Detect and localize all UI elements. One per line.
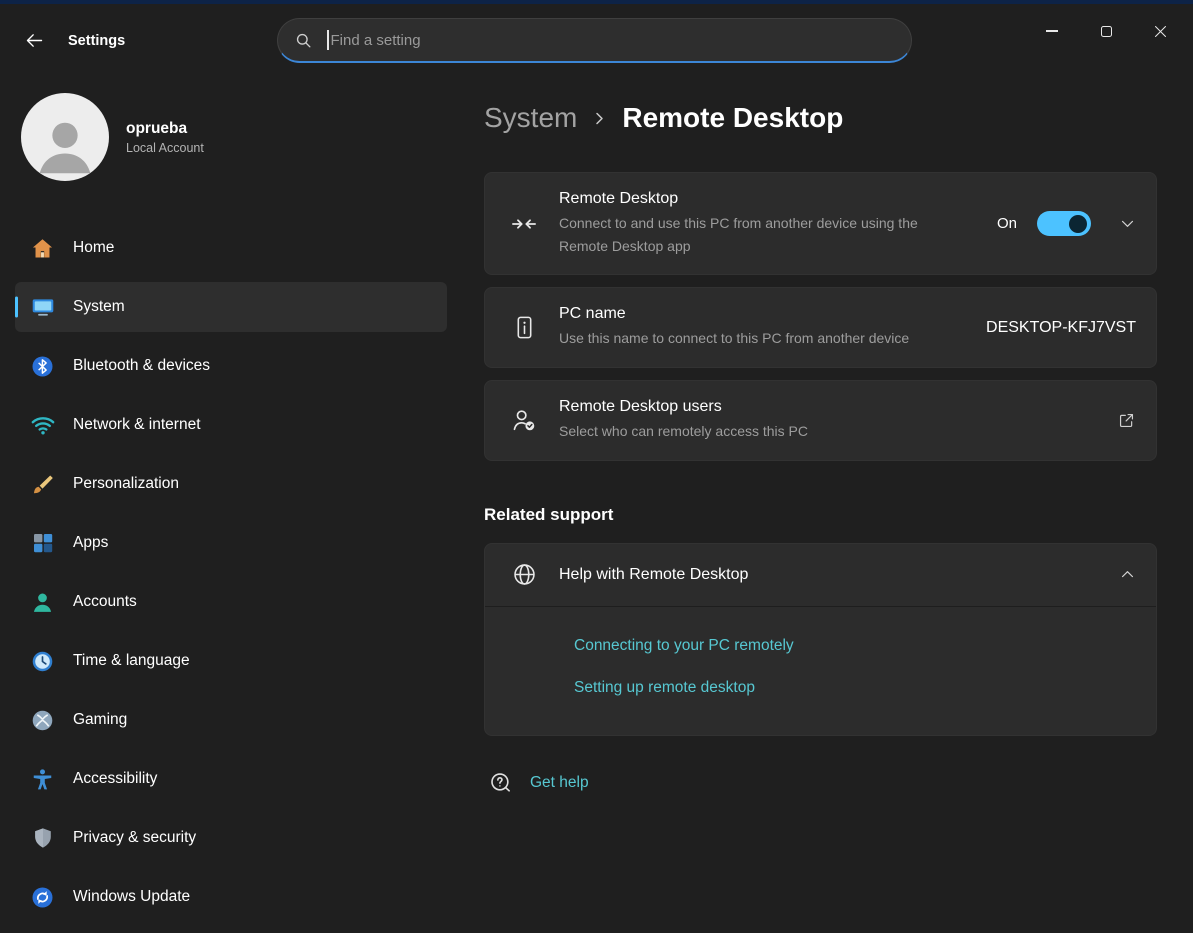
related-support-heading: Related support <box>484 505 1157 525</box>
remote-desktop-users-card[interactable]: Remote Desktop users Select who can remo… <box>484 380 1157 461</box>
sidebar-item-accessibility[interactable]: Accessibility <box>15 754 447 804</box>
accounts-icon <box>30 590 55 615</box>
sidebar-item-accounts[interactable]: Accounts <box>15 577 447 627</box>
expand-button[interactable] <box>1119 215 1136 232</box>
sidebar-item-network-internet[interactable]: Network & internet <box>15 400 447 450</box>
text-caret <box>327 30 329 50</box>
chevron-down-icon <box>1119 215 1136 232</box>
help-card-header[interactable]: Help with Remote Desktop <box>485 544 1156 606</box>
app-title: Settings <box>68 33 125 49</box>
remote-desktop-card[interactable]: Remote Desktop Connect to and use this P… <box>484 172 1157 275</box>
search-input[interactable] <box>331 32 896 49</box>
settings-page-remote-desktop: System Remote Desktop Remote Desktop Con… <box>484 76 1157 796</box>
sidebar-item-label: Privacy & security <box>73 829 196 847</box>
user-name: oprueba <box>126 120 204 138</box>
sidebar-nav: Home System Bluetooth & devices Network … <box>15 223 447 922</box>
setting-title: Remote Desktop <box>559 190 997 208</box>
apps-icon <box>31 531 55 555</box>
windows-update-icon <box>30 885 55 910</box>
window-controls <box>1025 12 1187 50</box>
setting-description: Use this name to connect to this PC from… <box>559 327 929 350</box>
minimize-icon <box>1046 30 1058 31</box>
accessibility-icon <box>30 767 55 792</box>
person-icon <box>28 107 102 181</box>
sidebar-item-label: System <box>73 298 125 316</box>
setting-description: Select who can remotely access this PC <box>559 420 929 443</box>
bluetooth-icon <box>30 354 55 379</box>
gaming-icon <box>30 708 55 733</box>
pc-name-icon <box>511 314 538 341</box>
close-icon <box>1153 24 1168 39</box>
pc-name-card: PC name Use this name to connect to this… <box>484 287 1157 368</box>
setting-description: Connect to and use this PC from another … <box>559 212 929 257</box>
sidebar-item-label: Network & internet <box>73 416 201 434</box>
time-language-icon <box>30 649 55 674</box>
breadcrumb-parent[interactable]: System <box>484 102 577 134</box>
help-globe-icon <box>511 561 538 588</box>
sidebar-item-label: Accounts <box>73 593 137 611</box>
toggle-state-label: On <box>997 215 1017 232</box>
back-button[interactable] <box>16 22 52 58</box>
search-icon <box>294 31 313 50</box>
sidebar-item-system[interactable]: System <box>15 282 447 332</box>
sidebar-item-bluetooth-devices[interactable]: Bluetooth & devices <box>15 341 447 391</box>
home-icon <box>30 236 55 261</box>
settings-cards: Remote Desktop Connect to and use this P… <box>484 172 1157 461</box>
user-account[interactable]: oprueba Local Account <box>19 91 443 183</box>
sidebar-item-label: Gaming <box>73 711 127 729</box>
sidebar: oprueba Local Account Home System Blueto… <box>0 76 462 933</box>
minimize-button[interactable] <box>1025 12 1079 50</box>
page-title: Remote Desktop <box>622 102 843 134</box>
sidebar-item-label: Apps <box>73 534 108 552</box>
pc-name-value: DESKTOP-KFJ7VST <box>986 319 1136 337</box>
sidebar-item-privacy-security[interactable]: Privacy & security <box>15 813 447 863</box>
sidebar-item-label: Windows Update <box>73 888 190 906</box>
users-icon <box>510 406 538 434</box>
sidebar-item-apps[interactable]: Apps <box>15 518 447 568</box>
search-box[interactable] <box>277 18 912 63</box>
network-icon <box>30 412 56 438</box>
get-help-icon <box>488 770 514 796</box>
chevron-right-icon <box>592 111 607 126</box>
remote-desktop-icon <box>510 210 538 238</box>
sidebar-item-label: Accessibility <box>73 770 157 788</box>
personalization-icon <box>30 472 55 497</box>
collapse-button[interactable] <box>1119 566 1136 583</box>
sidebar-item-personalization[interactable]: Personalization <box>15 459 447 509</box>
maximize-button[interactable] <box>1079 12 1133 50</box>
setting-title: PC name <box>559 305 986 323</box>
setting-title: Remote Desktop users <box>559 398 1109 416</box>
sidebar-item-windows-update[interactable]: Windows Update <box>15 872 447 922</box>
sidebar-item-label: Bluetooth & devices <box>73 357 210 375</box>
user-account-type: Local Account <box>126 141 204 155</box>
sidebar-item-label: Home <box>73 239 114 257</box>
get-help-link[interactable]: Get help <box>530 774 589 792</box>
sidebar-item-label: Time & language <box>73 652 190 670</box>
close-button[interactable] <box>1133 12 1187 50</box>
help-card: Help with Remote Desktop Connecting to y… <box>484 543 1157 736</box>
breadcrumb: System Remote Desktop <box>484 94 1157 142</box>
help-link-setup[interactable]: Setting up remote desktop <box>574 679 1136 697</box>
get-help-row: Get help <box>484 770 1157 796</box>
maximize-icon <box>1101 26 1112 37</box>
titlebar: Settings <box>0 4 1193 76</box>
sidebar-item-label: Personalization <box>73 475 179 493</box>
help-card-title: Help with Remote Desktop <box>559 566 1111 584</box>
back-arrow-icon <box>24 30 45 51</box>
privacy-security-icon <box>31 826 55 850</box>
system-icon <box>30 294 56 320</box>
sidebar-item-gaming[interactable]: Gaming <box>15 695 447 745</box>
avatar <box>21 93 109 181</box>
chevron-up-icon <box>1119 566 1136 583</box>
sidebar-item-home[interactable]: Home <box>15 223 447 273</box>
help-links: Connecting to your PC remotely Setting u… <box>485 606 1156 735</box>
remote-desktop-toggle[interactable] <box>1037 211 1091 236</box>
open-dialog-button[interactable] <box>1117 411 1136 430</box>
sidebar-item-time-language[interactable]: Time & language <box>15 636 447 686</box>
external-link-icon <box>1117 411 1136 430</box>
help-link-connecting[interactable]: Connecting to your PC remotely <box>574 637 1136 655</box>
toggle-knob <box>1069 215 1087 233</box>
